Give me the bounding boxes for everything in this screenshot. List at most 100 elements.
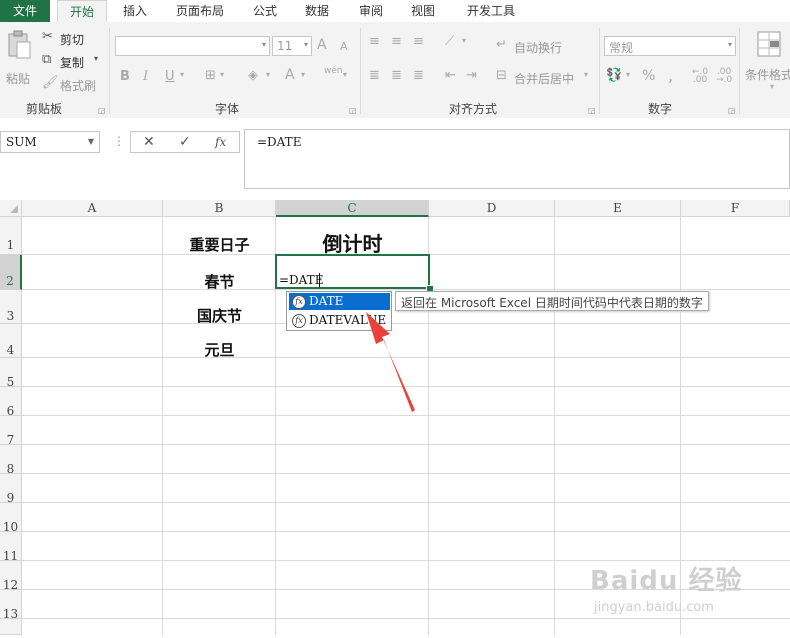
row-header-9[interactable]: 9 <box>0 474 22 505</box>
row-header-11[interactable]: 11 <box>0 532 22 563</box>
name-box[interactable]: SUM ▼ <box>0 131 100 153</box>
formula-input[interactable]: =DATE <box>244 129 790 189</box>
underline-icon[interactable]: U <box>165 69 175 84</box>
gridline <box>22 502 790 503</box>
select-all-corner[interactable] <box>0 200 22 217</box>
chevron-down-icon[interactable]: ▾ <box>626 70 630 79</box>
annotation-arrow <box>366 312 415 412</box>
column-header-b[interactable]: B <box>163 200 276 217</box>
wrap-text-label: 自动换行 <box>514 41 563 55</box>
number-format-combo[interactable]: 常规 ▾ <box>604 36 736 56</box>
chevron-down-icon[interactable]: ▾ <box>266 70 270 79</box>
copy-label: 复制 <box>60 56 85 70</box>
align-top-icon[interactable]: ≡ <box>369 34 380 49</box>
chevron-down-icon[interactable]: ▾ <box>462 36 466 45</box>
group-label-alignment: 对齐方式 <box>449 102 498 116</box>
row-header-1[interactable]: 1 <box>0 217 22 255</box>
copy-button[interactable]: ⧉ 复制 ▾ <box>42 52 104 70</box>
merge-center-label: 合并后居中 <box>514 72 575 86</box>
align-center-icon[interactable]: ≣ <box>391 68 402 83</box>
orientation-icon[interactable]: ⟋ <box>445 34 454 49</box>
column-header-c[interactable]: C <box>276 200 429 217</box>
tab-file[interactable]: 文件 <box>0 0 50 22</box>
cell-c1[interactable]: 倒计时 <box>276 228 429 257</box>
tab-developer[interactable]: 开发工具 <box>458 0 524 22</box>
format-painter-button[interactable]: 🖌 格式刷 <box>42 75 102 93</box>
insert-function-icon[interactable]: fx <box>215 135 226 149</box>
row-header-3[interactable]: 3 <box>0 290 22 324</box>
tab-data[interactable]: 数据 <box>296 0 338 22</box>
row-header-12[interactable]: 12 <box>0 561 22 592</box>
decrease-decimal-icon[interactable]: .00 →.0 <box>716 68 732 85</box>
italic-icon[interactable]: I <box>143 69 148 84</box>
dialog-launcher-icon[interactable]: ◲ <box>349 106 357 115</box>
tab-view[interactable]: 视图 <box>402 0 444 22</box>
align-middle-icon[interactable]: ≡ <box>391 34 402 49</box>
conditional-format-button[interactable]: 条件格式 ▾ <box>744 30 790 100</box>
font-grow-icon[interactable]: A <box>317 37 327 53</box>
dialog-launcher-icon[interactable]: ◲ <box>98 106 106 115</box>
chevron-down-icon[interactable]: ▾ <box>301 70 305 79</box>
percent-style-icon[interactable]: % <box>642 68 655 84</box>
align-bottom-icon[interactable]: ≡ <box>413 34 424 49</box>
watermark-url: jingyan.baidu.com <box>594 600 714 615</box>
row-header-14[interactable] <box>0 619 22 635</box>
borders-icon[interactable]: ⊞ <box>205 68 216 83</box>
increase-indent-icon[interactable]: ⇥ <box>466 68 477 83</box>
chevron-down-icon[interactable]: ▾ <box>180 70 184 79</box>
font-color-icon[interactable]: A <box>285 67 295 83</box>
paste-button[interactable]: 粘贴 <box>4 30 34 92</box>
cell-b3[interactable]: 国庆节 <box>163 305 276 326</box>
row-header-5[interactable]: 5 <box>0 358 22 389</box>
tab-home[interactable]: 开始 <box>57 0 107 22</box>
font-size-combo[interactable]: 11 ▾ <box>272 36 312 56</box>
row-header-2[interactable]: 2 <box>0 255 22 290</box>
wrap-text-button[interactable]: ↵ 自动换行 <box>496 37 566 55</box>
column-header-f[interactable]: F <box>681 200 790 217</box>
chevron-down-icon[interactable]: ▾ <box>220 70 224 79</box>
chevron-down-icon: ▾ <box>727 40 732 49</box>
increase-decimal-icon[interactable]: ←.0.00 <box>692 68 708 85</box>
align-left-icon[interactable]: ≣ <box>369 68 380 83</box>
cell-b4[interactable]: 元旦 <box>163 339 276 360</box>
row-header-6[interactable]: 6 <box>0 387 22 418</box>
chevron-down-icon[interactable]: ▾ <box>343 70 347 79</box>
comma-style-icon[interactable]: , <box>668 66 673 85</box>
fill-color-icon[interactable]: ◈ <box>248 68 258 83</box>
cancel-icon[interactable]: ✕ <box>143 134 155 150</box>
dialog-launcher-icon[interactable]: ◲ <box>728 106 736 115</box>
row-header-4[interactable]: 4 <box>0 324 22 358</box>
row-header-8[interactable]: 8 <box>0 445 22 476</box>
font-name-combo[interactable]: ▾ <box>115 36 270 56</box>
tab-insert[interactable]: 插入 <box>112 0 158 22</box>
enter-icon[interactable]: ✓ <box>179 134 191 150</box>
font-shrink-icon[interactable]: A <box>340 40 348 53</box>
format-painter-label: 格式刷 <box>60 79 97 93</box>
cell-b1[interactable]: 重要日子 <box>163 234 276 255</box>
cut-button[interactable]: ✂ 剪切 <box>42 29 92 47</box>
dialog-launcher-icon[interactable]: ◲ <box>588 106 596 115</box>
accounting-format-icon[interactable]: 💱 <box>606 68 622 83</box>
tab-review[interactable]: 审阅 <box>350 0 392 22</box>
formula-buttons: ✕ ✓ fx <box>130 131 240 153</box>
column-header-d[interactable]: D <box>429 200 555 217</box>
chevron-down-icon[interactable]: ▼ <box>88 137 94 146</box>
active-cell-c2[interactable]: =DATE <box>275 254 430 289</box>
row-header-7[interactable]: 7 <box>0 416 22 447</box>
tab-page-layout[interactable]: 页面布局 <box>165 0 235 22</box>
merge-center-button[interactable]: ⊟ 合并后居中 ▾ <box>496 68 592 86</box>
tab-formulas[interactable]: 公式 <box>244 0 286 22</box>
column-header-e[interactable]: E <box>555 200 681 217</box>
bold-icon[interactable]: B <box>120 69 130 84</box>
ribbon-tab-bar: 文件 开始 插入 页面布局 公式 数据 审阅 视图 开发工具 <box>0 0 790 23</box>
row-header-13[interactable]: 13 <box>0 590 22 621</box>
decrease-indent-icon[interactable]: ⇤ <box>445 68 456 83</box>
ribbon-separator <box>739 28 740 114</box>
align-right-icon[interactable]: ≣ <box>413 68 424 83</box>
group-label-clipboard: 剪贴板 <box>26 102 63 116</box>
row-header-10[interactable]: 10 <box>0 503 22 534</box>
cell-b2[interactable]: 春节 <box>163 271 276 292</box>
column-header-a[interactable]: A <box>22 200 163 217</box>
phonetic-guide-icon[interactable]: wén <box>324 66 343 76</box>
group-label-number: 数字 <box>648 102 673 116</box>
